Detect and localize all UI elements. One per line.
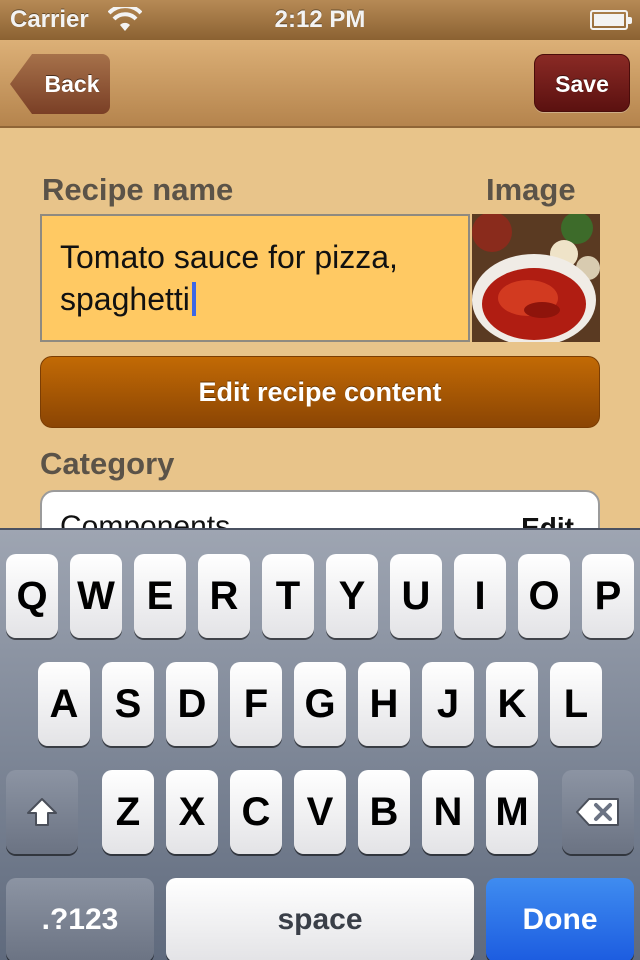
key-b[interactable]: B xyxy=(358,770,410,854)
tomato-sauce-photo xyxy=(472,214,600,342)
key-h[interactable]: H xyxy=(358,662,410,746)
key-t[interactable]: T xyxy=(262,554,314,638)
key-r[interactable]: R xyxy=(198,554,250,638)
back-button[interactable]: Back xyxy=(10,54,110,114)
key-o[interactable]: O xyxy=(518,554,570,638)
recipe-name-line-2: spaghetti xyxy=(60,281,190,317)
delete-icon xyxy=(576,798,619,826)
delete-key[interactable] xyxy=(562,770,634,854)
space-key[interactable]: space xyxy=(166,878,474,960)
key-k[interactable]: K xyxy=(486,662,538,746)
edit-recipe-content-button[interactable]: Edit recipe content xyxy=(40,356,600,428)
key-x[interactable]: X xyxy=(166,770,218,854)
key-j[interactable]: J xyxy=(422,662,474,746)
key-l[interactable]: L xyxy=(550,662,602,746)
key-n[interactable]: N xyxy=(422,770,474,854)
done-key[interactable]: Done xyxy=(486,878,634,960)
battery-icon xyxy=(590,10,632,30)
navigation-bar: Back Save xyxy=(0,40,640,128)
key-p[interactable]: P xyxy=(582,554,634,638)
key-g[interactable]: G xyxy=(294,662,346,746)
recipe-name-line-1: Tomato sauce for pizza, xyxy=(60,239,398,275)
key-u[interactable]: U xyxy=(390,554,442,638)
key-d[interactable]: D xyxy=(166,662,218,746)
category-label: Category xyxy=(40,446,175,481)
image-label: Image xyxy=(486,172,576,207)
key-f[interactable]: F xyxy=(230,662,282,746)
recipe-name-label: Recipe name xyxy=(42,172,234,207)
save-button[interactable]: Save xyxy=(534,54,630,112)
numbers-key[interactable]: .?123 xyxy=(6,878,154,960)
key-s[interactable]: S xyxy=(102,662,154,746)
text-cursor xyxy=(191,282,196,316)
key-i[interactable]: I xyxy=(454,554,506,638)
back-button-label: Back xyxy=(44,71,100,97)
recipe-image[interactable] xyxy=(472,214,600,342)
key-w[interactable]: W xyxy=(70,554,122,638)
recipe-name-field[interactable]: Tomato sauce for pizza, spaghetti xyxy=(40,214,470,342)
key-z[interactable]: Z xyxy=(102,770,154,854)
shift-icon xyxy=(27,798,57,826)
key-a[interactable]: A xyxy=(38,662,90,746)
status-time: 2:12 PM xyxy=(274,6,366,33)
key-c[interactable]: C xyxy=(230,770,282,854)
key-q[interactable]: Q xyxy=(6,554,58,638)
keyboard: Q W E R T Y U I O P A S D F G H J K L Z … xyxy=(0,528,640,960)
shift-key[interactable] xyxy=(6,770,78,854)
status-bar: Carrier 2:12 PM xyxy=(0,0,640,40)
key-e[interactable]: E xyxy=(134,554,186,638)
key-m[interactable]: M xyxy=(486,770,538,854)
key-y[interactable]: Y xyxy=(326,554,378,638)
key-v[interactable]: V xyxy=(294,770,346,854)
